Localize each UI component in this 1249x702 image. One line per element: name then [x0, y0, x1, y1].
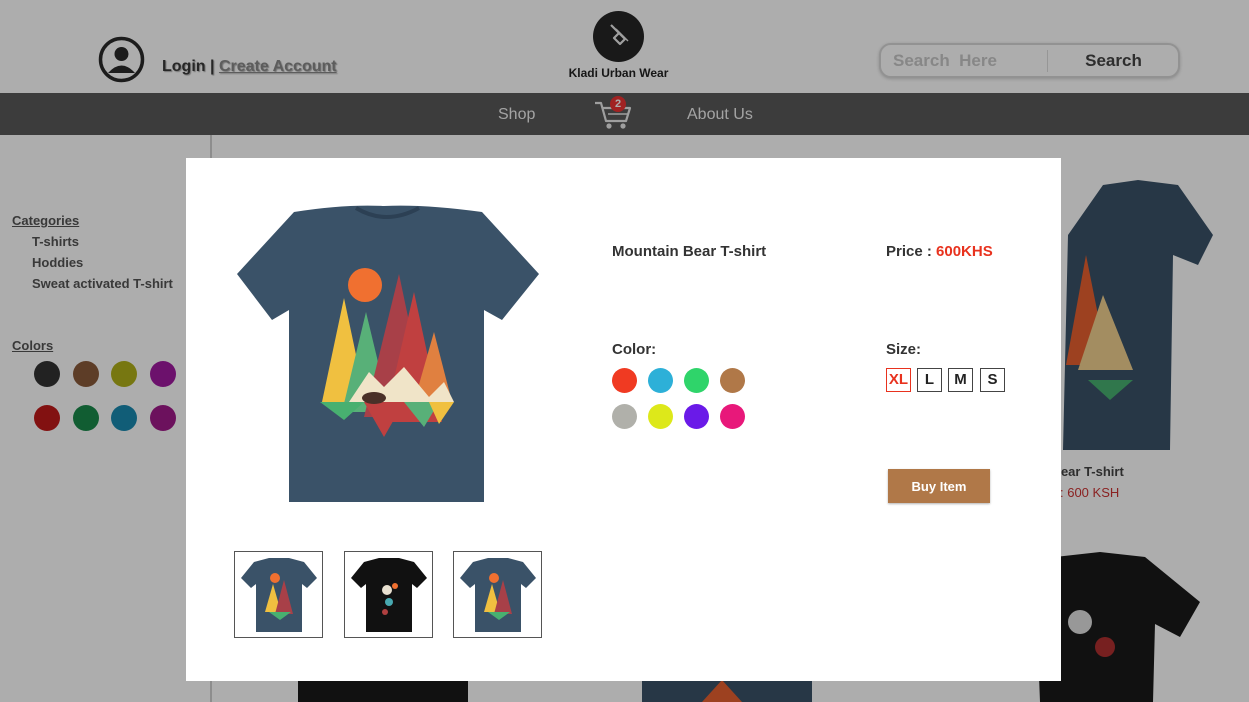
- color-option[interactable]: [612, 368, 637, 393]
- color-option[interactable]: [684, 368, 709, 393]
- color-option[interactable]: [612, 404, 637, 429]
- thumbnail-shirt-image: [351, 558, 427, 632]
- color-option[interactable]: [720, 404, 745, 429]
- color-option[interactable]: [648, 404, 673, 429]
- color-option[interactable]: [648, 368, 673, 393]
- size-option-s[interactable]: S: [980, 368, 1005, 392]
- price-label: Price :: [886, 243, 932, 260]
- size-option-xl[interactable]: XL: [886, 368, 911, 392]
- product-thumbnail[interactable]: [453, 551, 542, 638]
- price-row: Price : 600KHS: [886, 243, 993, 260]
- thumbnail-shirt-image: [460, 558, 536, 632]
- product-thumbnail[interactable]: [234, 551, 323, 638]
- buy-item-button[interactable]: Buy Item: [888, 469, 990, 503]
- color-option[interactable]: [720, 368, 745, 393]
- product-thumbnail[interactable]: [344, 551, 433, 638]
- product-modal: Mountain Bear T-shirt Price : 600KHS Col…: [186, 158, 1061, 681]
- color-option[interactable]: [684, 404, 709, 429]
- size-label: Size:: [886, 341, 922, 358]
- size-option-l[interactable]: L: [917, 368, 942, 392]
- price-value: 600KHS: [936, 243, 993, 260]
- thumbnail-shirt-image: [241, 558, 317, 632]
- size-option-m[interactable]: M: [948, 368, 973, 392]
- color-label: Color:: [612, 341, 657, 358]
- product-title: Mountain Bear T-shirt: [612, 243, 767, 260]
- product-image: [237, 205, 539, 502]
